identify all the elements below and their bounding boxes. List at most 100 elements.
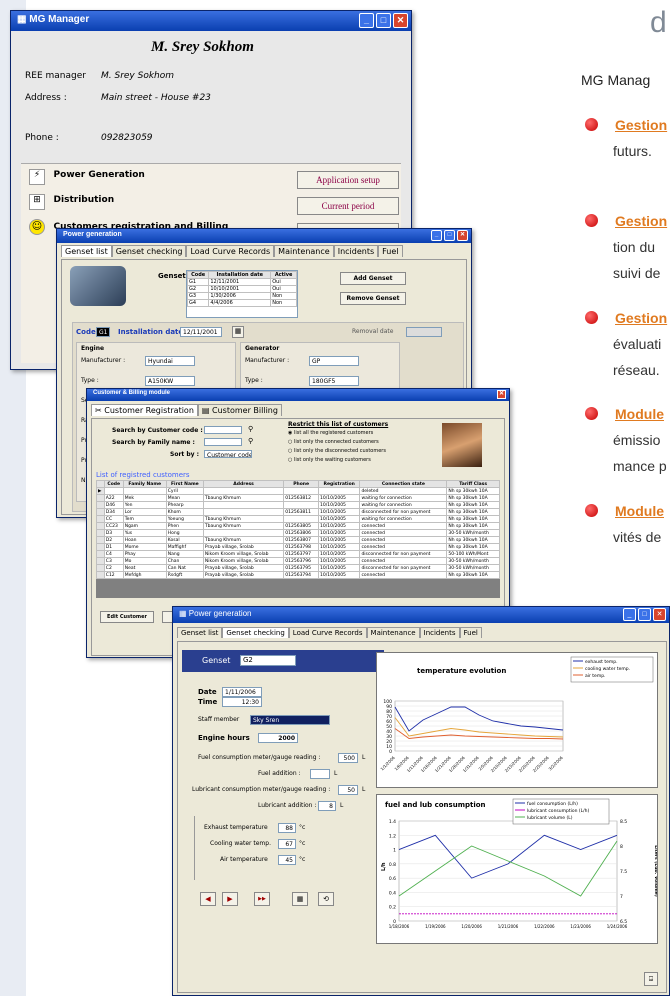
tab-maintenance[interactable]: Maintenance <box>366 627 420 638</box>
restrict-option[interactable]: ○ list only the disconnected customers <box>288 448 386 454</box>
prev-record-button[interactable]: ◀ <box>200 892 216 906</box>
engine-hours-field[interactable]: 2000 <box>258 733 298 743</box>
tab-genset-checking[interactable]: Genset checking <box>222 627 289 638</box>
restrict-option[interactable]: ○ list only the connected customers <box>288 439 379 445</box>
table-row[interactable]: G4 4/4/2006 Non <box>187 299 297 307</box>
binoculars-icon[interactable]: ⚲ <box>248 425 253 433</box>
edit-customer-button[interactable]: Edit Customer <box>100 611 154 623</box>
field-input[interactable]: A150KW <box>145 376 195 386</box>
date-field[interactable]: 1/11/2006 <box>222 687 262 697</box>
tab-fuel[interactable]: Fuel <box>378 245 403 257</box>
row-selector[interactable]: ▶ <box>96 487 105 495</box>
genset-select[interactable]: G2 <box>240 655 296 666</box>
column-header[interactable]: Registration <box>317 480 361 488</box>
table-row[interactable]: ▶ Cyril deleted Nh sp 30kwh 10A <box>96 487 500 495</box>
undo-button[interactable]: ⟲ <box>318 892 334 906</box>
close-icon[interactable]: ✕ <box>393 13 408 28</box>
menu-distribution[interactable]: ⊞ Distribution <box>29 194 114 210</box>
maximize-icon[interactable]: □ <box>376 13 391 28</box>
row-selector[interactable] <box>96 522 105 530</box>
table-row[interactable]: D3 Yus Hong 012563806 10/10/2005 connected 30-… <box>96 529 500 537</box>
exhaust-field[interactable]: 88 <box>278 823 296 833</box>
tab-incidents[interactable]: Incidents <box>419 627 460 638</box>
column-header[interactable]: Tariff Class <box>446 480 500 488</box>
add-genset-button[interactable]: Add Genset <box>340 272 406 285</box>
table-row[interactable]: CC Tem Yoeung Tbaung Khmum 10/10/2005 waiting… <box>96 515 500 523</box>
column-header[interactable]: Connection state <box>359 480 448 488</box>
row-selector[interactable] <box>96 529 105 537</box>
tab-incidents[interactable]: Incidents <box>333 245 379 257</box>
row-selector[interactable] <box>96 564 105 572</box>
tab-customer-billing[interactable]: ▤ Customer Billing <box>197 404 282 416</box>
close-icon[interactable]: ✕ <box>653 608 666 621</box>
tab-load-curve-records[interactable]: Load Curve Records <box>288 627 367 638</box>
table-row[interactable]: G2 10/10/2001 Oui <box>187 285 297 293</box>
installation-date-field[interactable]: 12/11/2001 <box>180 327 222 337</box>
table-row[interactable]: D34 Lor Khom 012563811 10/10/2005 disconnecte… <box>96 508 500 516</box>
field-input[interactable]: 180GF5 <box>309 376 359 386</box>
tab-maintenance[interactable]: Maintenance <box>274 245 334 257</box>
gensets-table[interactable]: Code Installation date Active G1 12/11/2001 O… <box>186 270 298 318</box>
table-row[interactable]: CC23 Ngam Phen Tbaung Khmum 012563805 10/10/2… <box>96 522 500 530</box>
fuel-addition-field[interactable] <box>310 769 330 779</box>
row-selector[interactable] <box>96 494 105 502</box>
search-family-input[interactable] <box>204 438 242 446</box>
customer-grid[interactable]: Code Family Name First Name Address Phone Reg… <box>96 480 500 598</box>
lub-addition-field[interactable]: 8 <box>318 801 336 811</box>
application-setup-button[interactable]: Application setup <box>297 171 399 189</box>
minimize-icon[interactable]: _ <box>359 13 374 28</box>
title-bar[interactable]: Customer & Billing module ✕ <box>87 389 509 401</box>
row-selector[interactable] <box>96 543 105 551</box>
table-row[interactable]: G3 1/30/2006 Non <box>187 292 297 300</box>
minimize-icon[interactable]: _ <box>623 608 636 621</box>
table-row[interactable]: C3 Mo Chan Nikom Kroom village, Srolab 01256… <box>96 557 500 565</box>
row-selector[interactable] <box>96 550 105 558</box>
close-icon[interactable]: ✕ <box>457 230 468 241</box>
next-record-button[interactable]: ▶ <box>222 892 238 906</box>
close-icon[interactable]: ✕ <box>497 390 506 399</box>
row-selector[interactable] <box>96 508 105 516</box>
column-header[interactable]: Phone <box>283 480 319 488</box>
time-field[interactable]: 12:30 <box>222 697 262 707</box>
table-row[interactable]: A22 Mek Mean Tbaung Khmum 012563812 10/10/200… <box>96 494 500 502</box>
row-selector[interactable] <box>96 515 105 523</box>
column-header[interactable]: Code <box>103 480 124 488</box>
staff-select[interactable]: Sky Sren <box>250 715 330 725</box>
title-bar[interactable]: ▦ Power generation _ □ ✕ <box>173 607 669 623</box>
column-header[interactable]: First Name <box>165 480 204 488</box>
title-bar[interactable]: ▦ MG Manager _ □ ✕ <box>11 11 411 31</box>
tab-genset-list[interactable]: Genset list <box>61 245 112 257</box>
tab-genset-list[interactable]: Genset list <box>177 627 223 638</box>
row-selector[interactable] <box>96 536 105 544</box>
cooling-field[interactable]: 67 <box>278 839 296 849</box>
restrict-option[interactable]: ○ list only the waiting customers <box>288 457 371 463</box>
lub-meter-field[interactable]: 50 <box>338 785 358 795</box>
maximize-icon[interactable]: □ <box>638 608 651 621</box>
remove-genset-button[interactable]: Remove Genset <box>340 292 406 305</box>
row-selector[interactable] <box>96 571 105 579</box>
row-selector[interactable] <box>96 501 105 509</box>
current-period-button[interactable]: Current period <box>297 197 399 215</box>
menu-power-generation[interactable]: ⚡ Power Generation <box>29 169 145 185</box>
tab-genset-checking[interactable]: Genset checking <box>111 245 187 257</box>
table-row[interactable]: D2 Hoan Kosal Tbaung Khmum 012563807 10/10/20… <box>96 536 500 544</box>
removal-date-field[interactable] <box>406 327 442 337</box>
save-record-button[interactable]: ▦ <box>292 892 308 906</box>
code-field[interactable]: G1 <box>96 327 110 337</box>
sort-select[interactable]: Customer code <box>204 450 252 458</box>
restrict-option[interactable]: ◉ list all the registered customers <box>288 430 373 436</box>
minimize-icon[interactable]: _ <box>431 230 442 241</box>
row-selector[interactable] <box>96 557 105 565</box>
new-record-button[interactable]: ▶▶ <box>254 892 270 906</box>
column-header[interactable]: Family Name <box>122 480 167 488</box>
table-row[interactable]: C12 Mefdgh Rsdgft Prayab village, Srolab 012… <box>96 571 500 579</box>
table-row[interactable]: D1 Mome Maffighf Prayab village, Srolab 0125… <box>96 543 500 551</box>
column-header[interactable]: Address <box>202 480 285 488</box>
search-code-input[interactable] <box>204 426 242 434</box>
tab-fuel[interactable]: Fuel <box>459 627 482 638</box>
table-row[interactable]: D46 Yen Phearp 10/10/2005 waiting for connec… <box>96 501 500 509</box>
table-row[interactable]: C2 Neat Can Nat Prayab village, Srolab 01256… <box>96 564 500 572</box>
table-row[interactable]: C4 Phay Nang Nikom Kroom village, Srolab 012… <box>96 550 500 558</box>
fuel-meter-field[interactable]: 500 <box>338 753 358 763</box>
calendar-icon[interactable]: ▦ <box>232 326 244 338</box>
